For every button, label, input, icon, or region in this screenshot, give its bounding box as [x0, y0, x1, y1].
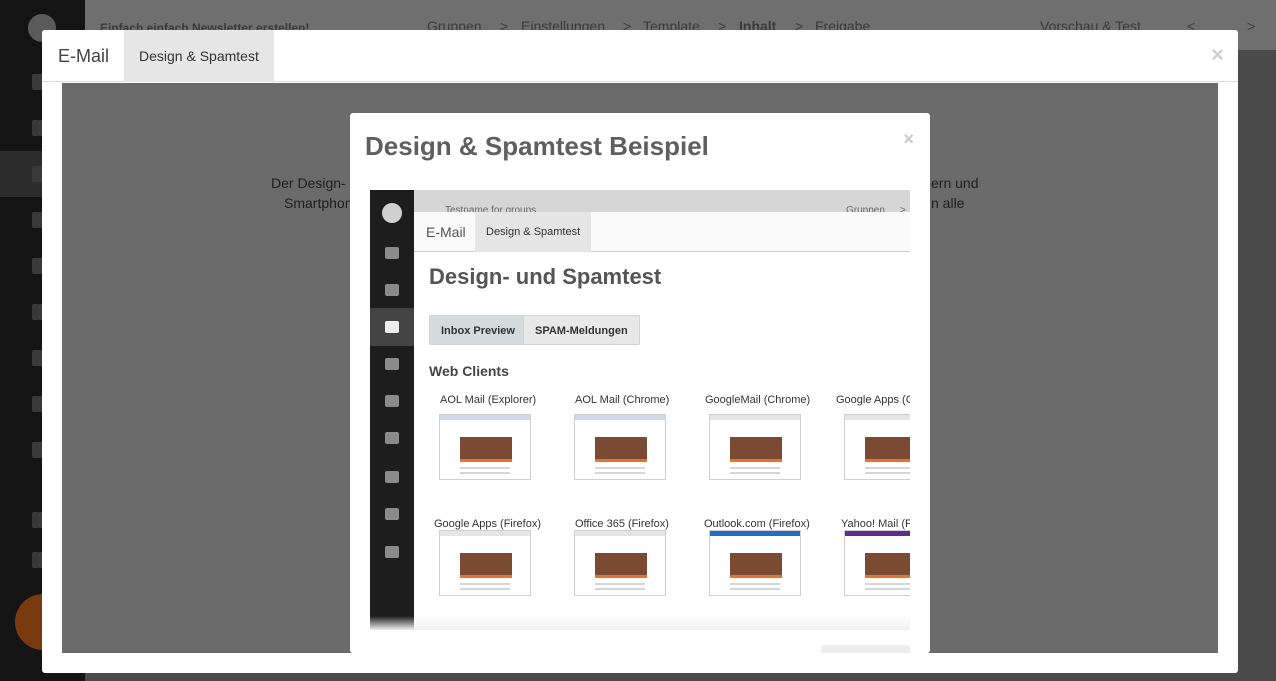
client-label: Outlook.com (Firefox) [704, 518, 810, 530]
client-thumbnail [844, 530, 910, 596]
edit-icon [385, 358, 399, 370]
client-label: AOL Mail (Explorer) [440, 394, 537, 406]
home-icon [385, 247, 399, 259]
preview-sidebar [370, 190, 414, 630]
preview-heading: Design- und Spamtest [429, 264, 662, 289]
client-thumbnail [709, 530, 801, 596]
tab-email[interactable]: E-Mail [42, 30, 125, 82]
preview-section-title: Web Clients [429, 363, 509, 379]
client-label: Google Apps (C [836, 394, 910, 406]
example-modal: Design & Spamtest Beispiel × Testname fo… [350, 113, 930, 653]
client-label: Office 365 (Firefox) [575, 518, 669, 530]
preview-tab-design-spamtest: Design & Spamtest [475, 212, 592, 252]
lock-icon [385, 546, 399, 558]
chevron-right-icon: > [1247, 18, 1256, 34]
body-text-fragment: n alle [931, 195, 965, 211]
body-text-fragment: ern und [931, 175, 979, 191]
client-label: GoogleMail (Chrome) [705, 394, 811, 406]
modal-tab-bar: E-Mail Design & Spamtest × [42, 30, 1238, 82]
modal-title: Design & Spamtest Beispiel [365, 131, 709, 161]
preview-tab-email: E-Mail [426, 224, 466, 240]
client-thumbnail [574, 414, 666, 480]
example-screenshot: Testname for groups Gruppen > E-Mail Des… [370, 190, 910, 630]
close-icon[interactable]: × [903, 129, 914, 150]
preview-inbox-button: Inbox Preview [429, 315, 527, 345]
client-thumbnail [439, 530, 531, 596]
mail-logo-icon [382, 203, 402, 223]
mail-icon [385, 321, 399, 333]
preview-window: E-Mail Design & Spamtest Design- und Spa… [414, 212, 910, 630]
footer-button[interactable] [821, 645, 910, 653]
client-thumbnail [439, 414, 531, 480]
client-label: Google Apps (Firefox) [434, 518, 541, 530]
body-text-fragment: Der Design- [271, 175, 346, 191]
client-label: Yahoo! Mail (Fi [841, 518, 910, 530]
client-thumbnail [844, 414, 910, 480]
chart-icon [385, 432, 399, 444]
preview-tab-bar: E-Mail Design & Spamtest [414, 212, 910, 252]
preview-spam-button: SPAM-Meldungen [523, 315, 640, 345]
client-thumbnail [574, 530, 666, 596]
preview-fade [370, 616, 910, 630]
tab-design-spamtest[interactable]: Design & Spamtest [124, 30, 274, 82]
client-label: AOL Mail (Chrome) [575, 394, 670, 406]
reply-icon [385, 395, 399, 407]
users-icon [385, 284, 399, 296]
grid-icon [385, 508, 399, 520]
body-text-fragment: Smartphon [284, 195, 353, 211]
close-icon[interactable]: × [1211, 44, 1224, 66]
client-thumbnail [709, 414, 801, 480]
gear-icon [385, 471, 399, 483]
preview-topbar: Testname for groups Gruppen > [414, 190, 910, 216]
